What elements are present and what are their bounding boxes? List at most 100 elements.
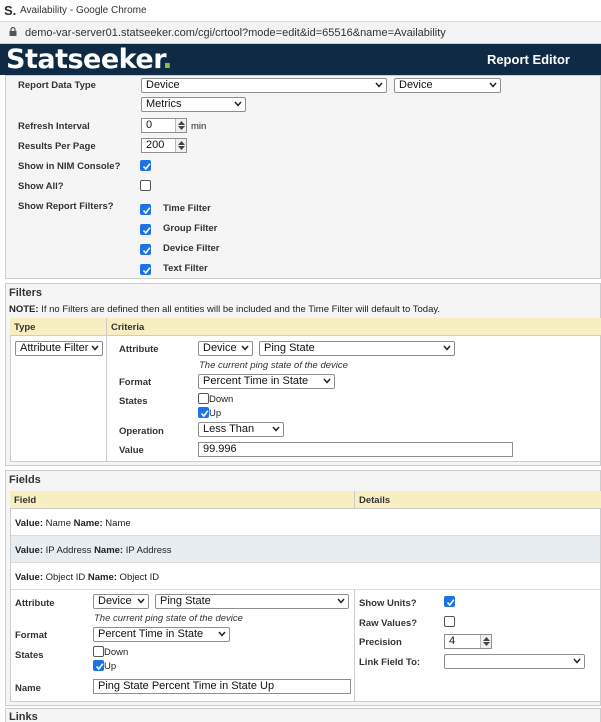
field-attribute-select[interactable]: Ping State bbox=[155, 594, 349, 609]
link-field-label: Link Field To: bbox=[359, 657, 421, 668]
report-data-type-metrics-select[interactable]: Metrics bbox=[141, 97, 246, 112]
chevron-down-icon bbox=[91, 345, 99, 351]
fields-col-details: Details bbox=[359, 495, 391, 506]
field-state-down-checkbox[interactable] bbox=[93, 646, 104, 657]
filter-operation-select[interactable]: Less Than bbox=[198, 422, 284, 437]
filter-state-down-label: Down bbox=[209, 394, 234, 405]
field-format-select[interactable]: Percent Time in State bbox=[93, 627, 230, 642]
refresh-interval-input[interactable]: 0 bbox=[141, 118, 187, 133]
spinner-arrows[interactable] bbox=[175, 139, 186, 152]
field-state-up-label: Up bbox=[104, 661, 117, 672]
field-row-object-id: Value: Object ID Name: Object ID bbox=[15, 572, 160, 583]
filters-col-criteria: Criteria bbox=[111, 322, 145, 333]
fields-col-field: Field bbox=[14, 495, 37, 506]
filter-attribute-label: Attribute bbox=[119, 344, 159, 355]
field-state-down-label: Down bbox=[104, 647, 129, 658]
link-field-select[interactable] bbox=[444, 654, 585, 669]
chevron-down-icon bbox=[218, 631, 226, 637]
fields-table-header bbox=[10, 491, 601, 509]
filter-attribute-select[interactable]: Ping State bbox=[259, 341, 455, 356]
field-attribute-label: Attribute bbox=[15, 598, 55, 609]
check-icon bbox=[142, 267, 151, 275]
statseeker-logo: Statseeker. bbox=[6, 44, 172, 75]
check-icon bbox=[142, 163, 151, 171]
field-states-label: States bbox=[15, 650, 44, 661]
report-data-type-select[interactable]: Device bbox=[141, 78, 387, 93]
show-in-nim-label: Show in NIM Console? bbox=[18, 161, 121, 172]
window-title: Availability - Google Chrome bbox=[20, 5, 147, 16]
links-panel bbox=[5, 708, 601, 722]
report-settings-panel bbox=[5, 75, 601, 279]
check-icon bbox=[95, 663, 104, 671]
filters-column-divider bbox=[106, 318, 107, 462]
filter-state-down-checkbox[interactable] bbox=[198, 393, 209, 404]
report-data-type-entity-select[interactable]: Device bbox=[394, 78, 501, 93]
filters-note: NOTE: If no Filters are defined then all… bbox=[9, 304, 441, 315]
links-heading: Links bbox=[9, 711, 38, 722]
field-state-up-checkbox[interactable] bbox=[93, 660, 104, 671]
raw-values-checkbox[interactable] bbox=[444, 616, 455, 627]
refresh-interval-label: Refresh Interval bbox=[18, 121, 90, 132]
filter-format-label: Format bbox=[119, 377, 152, 388]
filter-attribute-entity-select[interactable]: Device bbox=[198, 341, 253, 356]
text-filter-label: Text Filter bbox=[163, 263, 208, 274]
results-per-page-label: Results Per Page bbox=[18, 141, 96, 152]
show-all-label: Show All? bbox=[18, 181, 64, 192]
time-filter-label: Time Filter bbox=[163, 203, 211, 214]
group-filter-checkbox[interactable] bbox=[140, 224, 151, 235]
filter-type-select[interactable]: Attribute Filter bbox=[15, 341, 103, 356]
device-filter-checkbox[interactable] bbox=[140, 244, 151, 255]
filter-operation-label: Operation bbox=[119, 426, 164, 437]
field-attribute-entity-select[interactable]: Device bbox=[93, 594, 149, 609]
show-units-label: Show Units? bbox=[359, 598, 417, 609]
field-format-label: Format bbox=[15, 630, 48, 641]
filter-value-label: Value bbox=[119, 445, 144, 456]
chevron-down-icon bbox=[573, 658, 581, 664]
field-attribute-description: The current ping state of the device bbox=[94, 613, 243, 624]
filter-value-input[interactable]: 99.996 bbox=[198, 442, 513, 457]
url-text[interactable]: demo-var-server01.statseeker.com/cgi/crt… bbox=[25, 27, 446, 39]
check-icon bbox=[142, 247, 151, 255]
results-per-page-input[interactable]: 200 bbox=[141, 138, 187, 153]
check-icon bbox=[446, 599, 455, 607]
show-report-filters-label: Show Report Filters? bbox=[18, 201, 114, 212]
device-filter-label: Device Filter bbox=[163, 243, 220, 254]
field-name-label: Name bbox=[15, 683, 41, 694]
chevron-down-icon bbox=[375, 82, 383, 88]
page-title: Report Editor bbox=[486, 52, 570, 67]
precision-input[interactable]: 4 bbox=[444, 634, 492, 649]
favicon-icon: S. bbox=[4, 3, 17, 18]
filter-states-label: States bbox=[119, 396, 148, 407]
check-icon bbox=[200, 410, 209, 418]
precision-label: Precision bbox=[359, 637, 402, 648]
filter-state-up-label: Up bbox=[209, 408, 222, 419]
filters-heading: Filters bbox=[9, 287, 43, 299]
filters-table bbox=[10, 318, 601, 462]
spinner-arrows[interactable] bbox=[480, 635, 491, 648]
fields-heading: Fields bbox=[9, 474, 41, 486]
group-filter-label: Group Filter bbox=[163, 223, 218, 234]
field-row-ip-address: Value: IP Address Name: IP Address bbox=[15, 545, 172, 556]
show-units-checkbox[interactable] bbox=[444, 596, 455, 607]
show-in-nim-checkbox[interactable] bbox=[140, 160, 151, 171]
filter-format-select[interactable]: Percent Time in State bbox=[198, 374, 335, 389]
chevron-down-icon bbox=[489, 82, 497, 88]
chevron-down-icon bbox=[241, 345, 249, 351]
show-all-checkbox[interactable] bbox=[140, 180, 151, 191]
raw-values-label: Raw Values? bbox=[359, 618, 418, 629]
field-name-input[interactable]: Ping State Percent Time in State Up bbox=[93, 679, 351, 694]
filter-state-up-checkbox[interactable] bbox=[198, 407, 209, 418]
spinner-arrows[interactable] bbox=[175, 119, 186, 132]
field-row-name: Value: Name Name: Name bbox=[15, 518, 131, 529]
chevron-down-icon bbox=[337, 598, 345, 604]
time-filter-checkbox[interactable] bbox=[140, 204, 151, 215]
chevron-down-icon bbox=[137, 598, 145, 604]
report-data-type-label: Report Data Type bbox=[18, 80, 96, 91]
filters-col-type: Type bbox=[14, 322, 36, 333]
check-icon bbox=[142, 227, 151, 235]
text-filter-checkbox[interactable] bbox=[140, 264, 151, 275]
lock-icon bbox=[9, 27, 17, 36]
refresh-interval-unit: min bbox=[191, 121, 207, 132]
check-icon bbox=[142, 207, 151, 215]
chevron-down-icon bbox=[272, 426, 280, 432]
